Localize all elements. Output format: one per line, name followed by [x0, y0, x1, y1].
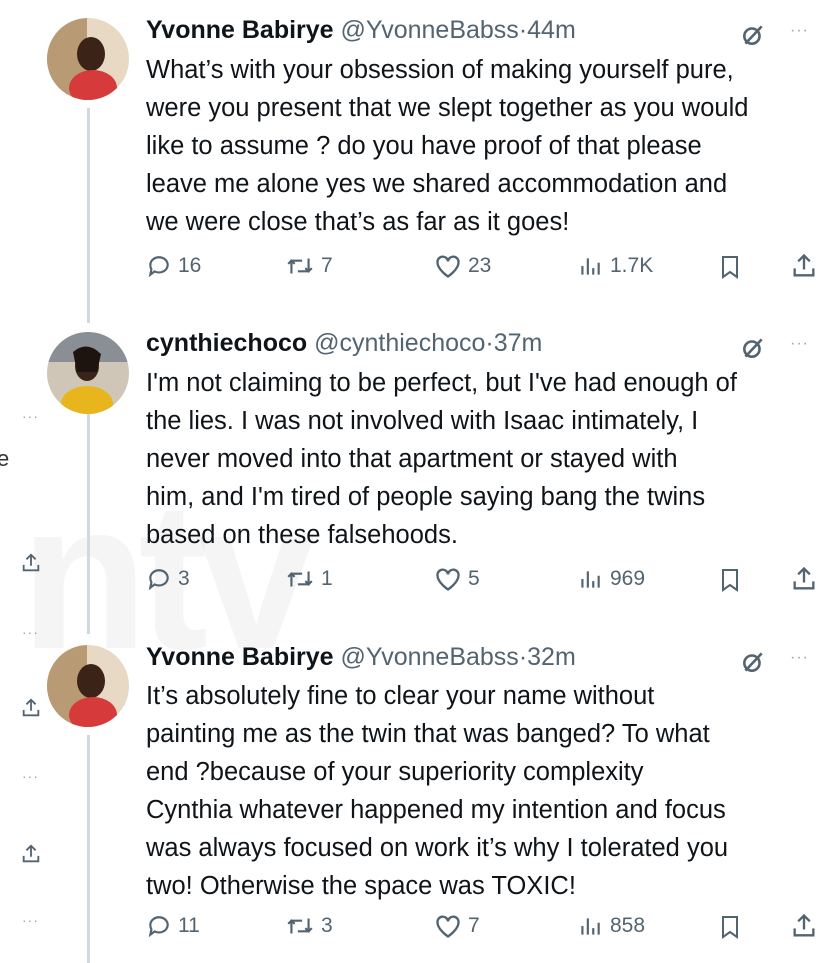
view-count: 1.7K — [610, 254, 654, 277]
views-button[interactable]: 1.7K — [576, 253, 653, 279]
more-options-icon[interactable]: ··· — [790, 22, 809, 40]
author-name[interactable]: cynthiechoco — [146, 329, 307, 357]
timestamp[interactable]: 32m — [527, 643, 576, 671]
reply-count: 11 — [178, 914, 200, 937]
reply-icon — [148, 916, 169, 938]
repost-button[interactable]: 3 — [285, 913, 333, 939]
repost-icon — [287, 571, 313, 587]
heart-icon — [436, 915, 460, 938]
avatar[interactable] — [47, 332, 129, 414]
reply-count: 16 — [178, 254, 202, 277]
heart-icon — [436, 568, 460, 591]
share-icon[interactable] — [20, 697, 42, 719]
view-count: 858 — [610, 914, 646, 937]
separator: · — [518, 16, 528, 44]
like-button[interactable]: 23 — [434, 253, 491, 279]
like-count: 23 — [468, 254, 492, 277]
analytics-icon — [581, 258, 600, 275]
more-icon[interactable]: ··· — [22, 408, 39, 424]
share-icon[interactable] — [790, 252, 818, 280]
reply-button[interactable]: 3 — [146, 566, 190, 592]
tweet-text: I'm not claiming to be perfect, but I've… — [146, 369, 737, 549]
separator: · — [518, 643, 528, 671]
grok-icon[interactable] — [740, 649, 766, 675]
heart-icon — [436, 255, 460, 278]
views-button[interactable]: 969 — [576, 566, 645, 592]
separator: · — [485, 329, 494, 357]
author-handle[interactable]: @YvonneBabss — [341, 643, 519, 671]
reply-icon — [148, 569, 169, 591]
thread-line — [87, 735, 90, 963]
view-count: 969 — [610, 567, 646, 590]
repost-count: 3 — [321, 914, 333, 937]
like-button[interactable]: 5 — [434, 566, 480, 592]
bookmark-icon[interactable] — [718, 567, 742, 593]
thread-line — [87, 108, 90, 323]
author-handle[interactable]: @YvonneBabss — [341, 16, 519, 44]
author-handle[interactable]: @cynthiechoco — [314, 329, 485, 357]
reply-icon — [148, 256, 169, 278]
avatar[interactable] — [47, 645, 129, 727]
more-options-icon[interactable]: ··· — [790, 335, 809, 353]
reply-button[interactable]: 11 — [146, 913, 200, 939]
share-icon[interactable] — [790, 565, 818, 593]
author-name[interactable]: Yvonne Babirye — [146, 16, 334, 44]
tweet-text: It’s absolutely fine to clear your name … — [146, 682, 729, 900]
grok-icon[interactable] — [740, 335, 766, 361]
share-icon[interactable] — [790, 912, 818, 940]
more-icon[interactable]: ··· — [22, 768, 39, 784]
repost-icon — [287, 918, 313, 934]
views-button[interactable]: 858 — [576, 913, 645, 939]
share-icon[interactable] — [20, 843, 42, 865]
reply-button[interactable]: 16 — [146, 253, 201, 279]
more-options-icon[interactable]: ··· — [790, 649, 809, 667]
bookmark-icon[interactable] — [718, 914, 742, 940]
avatar[interactable] — [47, 18, 129, 100]
author-name[interactable]: Yvonne Babirye — [146, 643, 334, 671]
thread-line — [87, 402, 90, 634]
more-icon[interactable]: ··· — [22, 912, 39, 928]
analytics-icon — [581, 918, 600, 935]
bookmark-icon[interactable] — [718, 254, 742, 280]
reply-count: 3 — [178, 567, 190, 590]
repost-icon — [287, 258, 313, 274]
analytics-icon — [581, 571, 600, 588]
tweet-text: What’s with your obsession of making you… — [146, 56, 749, 236]
repost-button[interactable]: 1 — [285, 566, 333, 592]
timestamp[interactable]: 37m — [494, 329, 543, 357]
like-count: 5 — [468, 567, 480, 590]
cropped-text: e — [0, 446, 10, 471]
like-button[interactable]: 7 — [434, 913, 480, 939]
grok-icon[interactable] — [740, 22, 766, 48]
like-count: 7 — [468, 914, 480, 937]
timestamp[interactable]: 44m — [527, 16, 576, 44]
repost-count: 1 — [321, 567, 333, 590]
repost-button[interactable]: 7 — [285, 253, 333, 279]
repost-count: 7 — [321, 254, 333, 277]
